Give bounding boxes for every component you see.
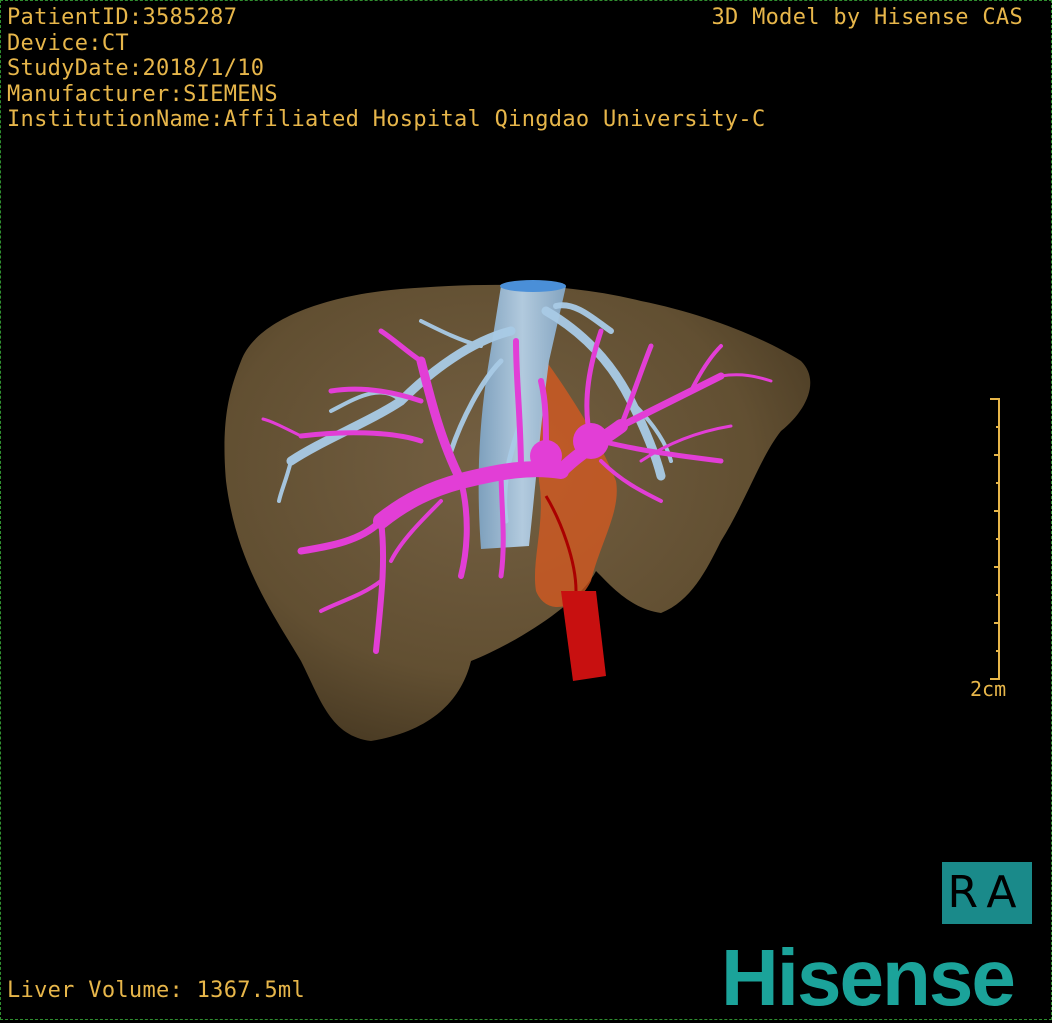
device-label: Device:CT	[7, 30, 129, 56]
3d-viewport[interactable]: PatientID:3585287 Device:CT StudyDate:20…	[0, 0, 1052, 1022]
patient-id: PatientID:3585287	[7, 5, 238, 30]
model-credit: 3D Model by Hisense CAS	[711, 5, 1023, 30]
ivc-top	[500, 280, 566, 292]
institution-name: InstitutionName:Affiliated Hospital Qing…	[7, 107, 766, 132]
scale-bar	[990, 398, 1000, 680]
study-date: StudyDate:2018/1/10	[7, 56, 265, 81]
artery-trunk	[561, 591, 606, 681]
liver-3d-model[interactable]	[1, 1, 1052, 1021]
orientation-indicator: RA	[942, 862, 1032, 924]
patient-info-overlay: PatientID:3585287 Device:CT StudyDate:20…	[7, 5, 766, 133]
liver-volume-readout: Liver Volume: 1367.5ml	[7, 978, 305, 1003]
hisense-logo: Hisense	[721, 933, 1016, 1022]
manufacturer: Manufacturer:SIEMENS	[7, 81, 278, 107]
scale-bar-label: 2cm	[970, 677, 1007, 701]
